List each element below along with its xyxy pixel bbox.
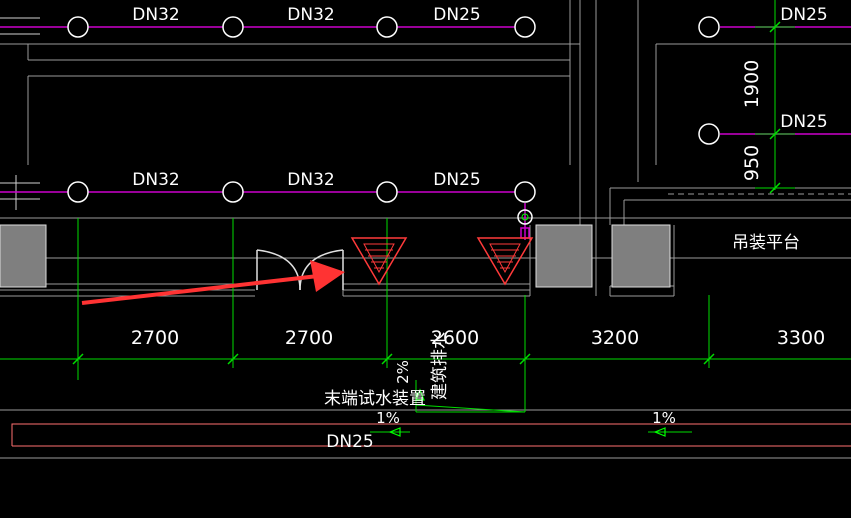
sprinkler-head [376,181,398,203]
pipe-label: DN32 [132,5,179,25]
dim-label: 2700 [131,327,179,349]
pipe-label: DN25 [433,170,480,190]
pipe-label: DN25 [780,5,827,25]
sprinkler-head [698,123,720,145]
dimension-lines [0,0,851,433]
dim-label: 2700 [285,327,333,349]
column-right [611,224,671,288]
pipe-label: DN25 [326,432,373,452]
sprinkler-head [514,181,536,203]
drain-valve-left [350,237,408,286]
lifting-platform-label: 吊装平台 [732,233,800,253]
pipe-label: DN25 [433,5,480,25]
column-left [0,224,47,288]
sprinkler-head [514,16,536,38]
pipe-label: DN32 [287,170,334,190]
drain-valve-right [476,237,534,286]
pipe-label: DN25 [780,112,827,132]
sprinkler-head [698,16,720,38]
sprinkler-head [222,16,244,38]
horizontal-dims: 2700 2700 2600 3200 3300 [131,327,825,349]
dimension-ticks [72,21,781,365]
sprinkler-head [67,181,89,203]
dim-label-vertical: 1900 [741,60,763,108]
column-center [535,224,593,288]
sprinkler-head [67,16,89,38]
sprinkler-head [376,16,398,38]
pipe-stubs [0,17,40,210]
pipe-labels: DN32 DN32 DN25 DN32 DN32 DN25 DN25 DN25 … [132,5,827,452]
slope-label: 1% [376,409,400,427]
cad-drawing-canvas[interactable]: DN32 DN32 DN25 DN32 DN32 DN25 DN25 DN25 … [0,0,851,518]
slope-label: 2% [394,360,412,384]
slope-label: 1% [652,409,676,427]
dim-label: 3200 [591,327,639,349]
drain-pipe-outline [11,423,851,447]
pipe-label: DN32 [287,5,334,25]
building-drain-label: 建筑排水 [430,332,450,400]
annotation-arrow [81,260,345,305]
sprinkler-head [222,181,244,203]
pipe-label: DN32 [132,170,179,190]
dim-label-vertical: 950 [741,145,763,181]
pipes [0,26,851,240]
dim-label: 3300 [777,327,825,349]
end-test-device-label: 末端试水装置 [324,389,426,409]
